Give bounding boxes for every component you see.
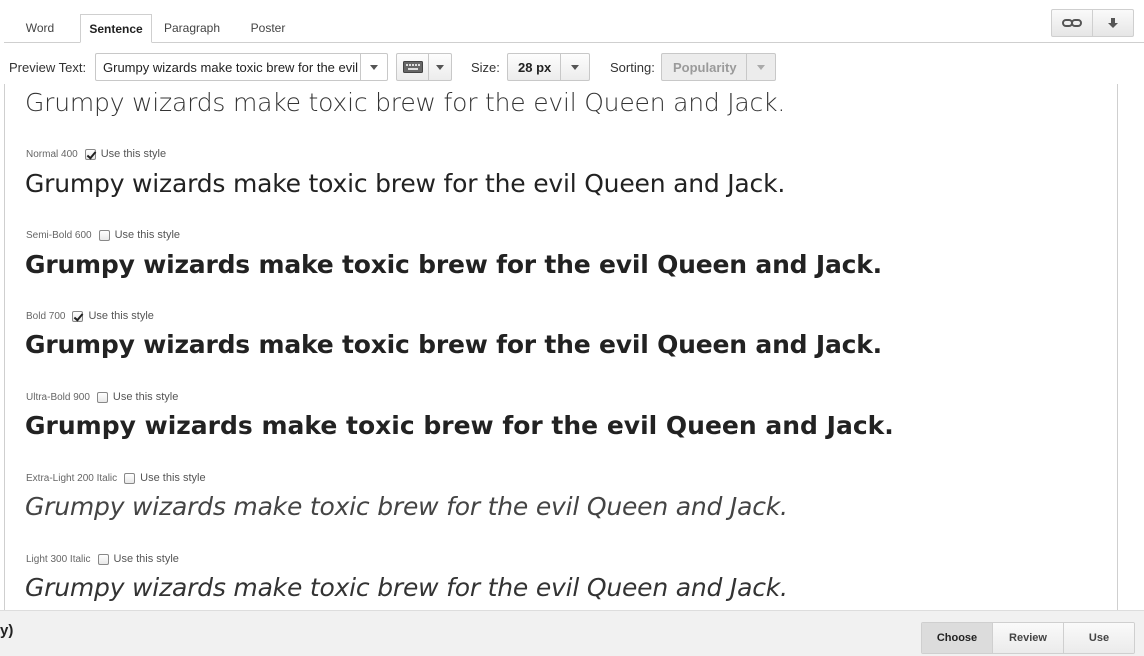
review-step-button[interactable]: Review <box>992 623 1063 653</box>
keyboard-select[interactable] <box>396 53 452 81</box>
use-style-checkbox[interactable] <box>97 553 109 565</box>
link-button[interactable] <box>1052 10 1092 36</box>
use-style-checkbox[interactable] <box>72 310 84 322</box>
link-icon <box>1062 19 1082 27</box>
tab-sentence[interactable]: Sentence <box>80 14 152 43</box>
style-sample-normal-400: Grumpy wizards make toxic brew for the e… <box>25 169 786 198</box>
footer-bar: y) Choose Review Use <box>0 610 1144 656</box>
use-style-checkbox[interactable] <box>96 391 108 403</box>
style-sample-semi-bold-600: Grumpy wizards make toxic brew for the e… <box>25 250 882 279</box>
preview-text-dropdown[interactable] <box>360 54 387 80</box>
style-sample-light-300: Grumpy wizards make toxic brew for the e… <box>25 88 786 117</box>
use-style-label: Use this style <box>113 553 179 565</box>
step-buttons: Choose Review Use <box>921 622 1135 654</box>
use-style-label: Use this style <box>100 148 167 160</box>
chevron-down-icon <box>571 64 579 70</box>
style-preview-list: Grumpy wizards make toxic brew for the e… <box>4 84 1118 610</box>
preview-text-value: Grumpy wizards make toxic brew for the e… <box>103 60 358 75</box>
chevron-down-icon <box>757 64 765 70</box>
use-style-checkbox[interactable] <box>98 229 110 241</box>
style-label-bold-700: Bold 700 Use this style <box>26 310 154 322</box>
style-name: Extra-Light 200 Italic <box>26 472 118 484</box>
style-name: Semi-Bold 600 <box>26 229 92 241</box>
keyboard-icon <box>403 61 423 73</box>
chevron-down-icon <box>370 64 378 70</box>
size-value: 28 px <box>518 60 552 75</box>
preview-toolbar: Preview Text: Grumpy wizards make toxic … <box>0 50 1144 84</box>
use-style-checkbox[interactable] <box>124 472 136 484</box>
download-arrow-icon <box>1108 18 1118 28</box>
preview-text-label: Preview Text: <box>9 60 87 75</box>
chevron-down-icon <box>436 64 444 70</box>
sorting-select[interactable]: Popularity <box>661 53 776 81</box>
choose-step-button[interactable]: Choose <box>922 623 992 653</box>
style-name: Ultra-Bold 900 <box>26 391 90 403</box>
size-dropdown[interactable] <box>560 54 589 80</box>
sorting-dropdown[interactable] <box>746 54 775 80</box>
style-sample-ultra-bold-900: Grumpy wizards make toxic brew for the e… <box>25 411 894 440</box>
use-step-button[interactable]: Use <box>1063 623 1134 653</box>
style-sample-extra-light-200-italic: Grumpy wizards make toxic brew for the e… <box>25 492 788 521</box>
style-name: Light 300 Italic <box>26 553 91 565</box>
use-style-label: Use this style <box>88 310 154 322</box>
share-download-group <box>1051 9 1134 37</box>
style-label-semi-bold-600: Semi-Bold 600 Use this style <box>26 229 180 241</box>
use-style-label: Use this style <box>114 229 181 241</box>
tab-word[interactable]: Word <box>4 14 76 42</box>
tab-paragraph[interactable]: Paragraph <box>154 14 230 42</box>
sorting-value: Popularity <box>673 60 737 75</box>
style-label-normal-400: Normal 400 Use this style <box>26 148 166 160</box>
tab-bar: Word Sentence Paragraph Poster <box>4 0 1144 43</box>
style-label-ultra-bold-900: Ultra-Bold 900 Use this style <box>26 391 178 403</box>
tab-poster[interactable]: Poster <box>232 14 304 42</box>
style-name: Bold 700 <box>26 310 66 322</box>
size-label: Size: <box>471 60 500 75</box>
style-sample-bold-700: Grumpy wizards make toxic brew for the e… <box>25 330 882 359</box>
download-button[interactable] <box>1092 10 1133 36</box>
style-sample-light-300-italic: Grumpy wizards make toxic brew for the e… <box>25 573 788 602</box>
style-label-light-300-italic: Light 300 Italic Use this style <box>26 553 179 565</box>
use-style-label: Use this style <box>140 472 206 484</box>
style-name: Normal 400 <box>26 148 78 160</box>
footer-partial-text: y) <box>0 622 14 639</box>
use-style-checkbox[interactable] <box>84 148 96 160</box>
use-style-label: Use this style <box>112 391 179 403</box>
keyboard-dropdown[interactable] <box>428 54 451 80</box>
size-select[interactable]: 28 px <box>507 53 590 81</box>
sorting-label: Sorting: <box>610 60 655 75</box>
style-label-extra-light-200-italic: Extra-Light 200 Italic Use this style <box>26 472 206 484</box>
preview-text-select[interactable]: Grumpy wizards make toxic brew for the e… <box>95 53 388 81</box>
